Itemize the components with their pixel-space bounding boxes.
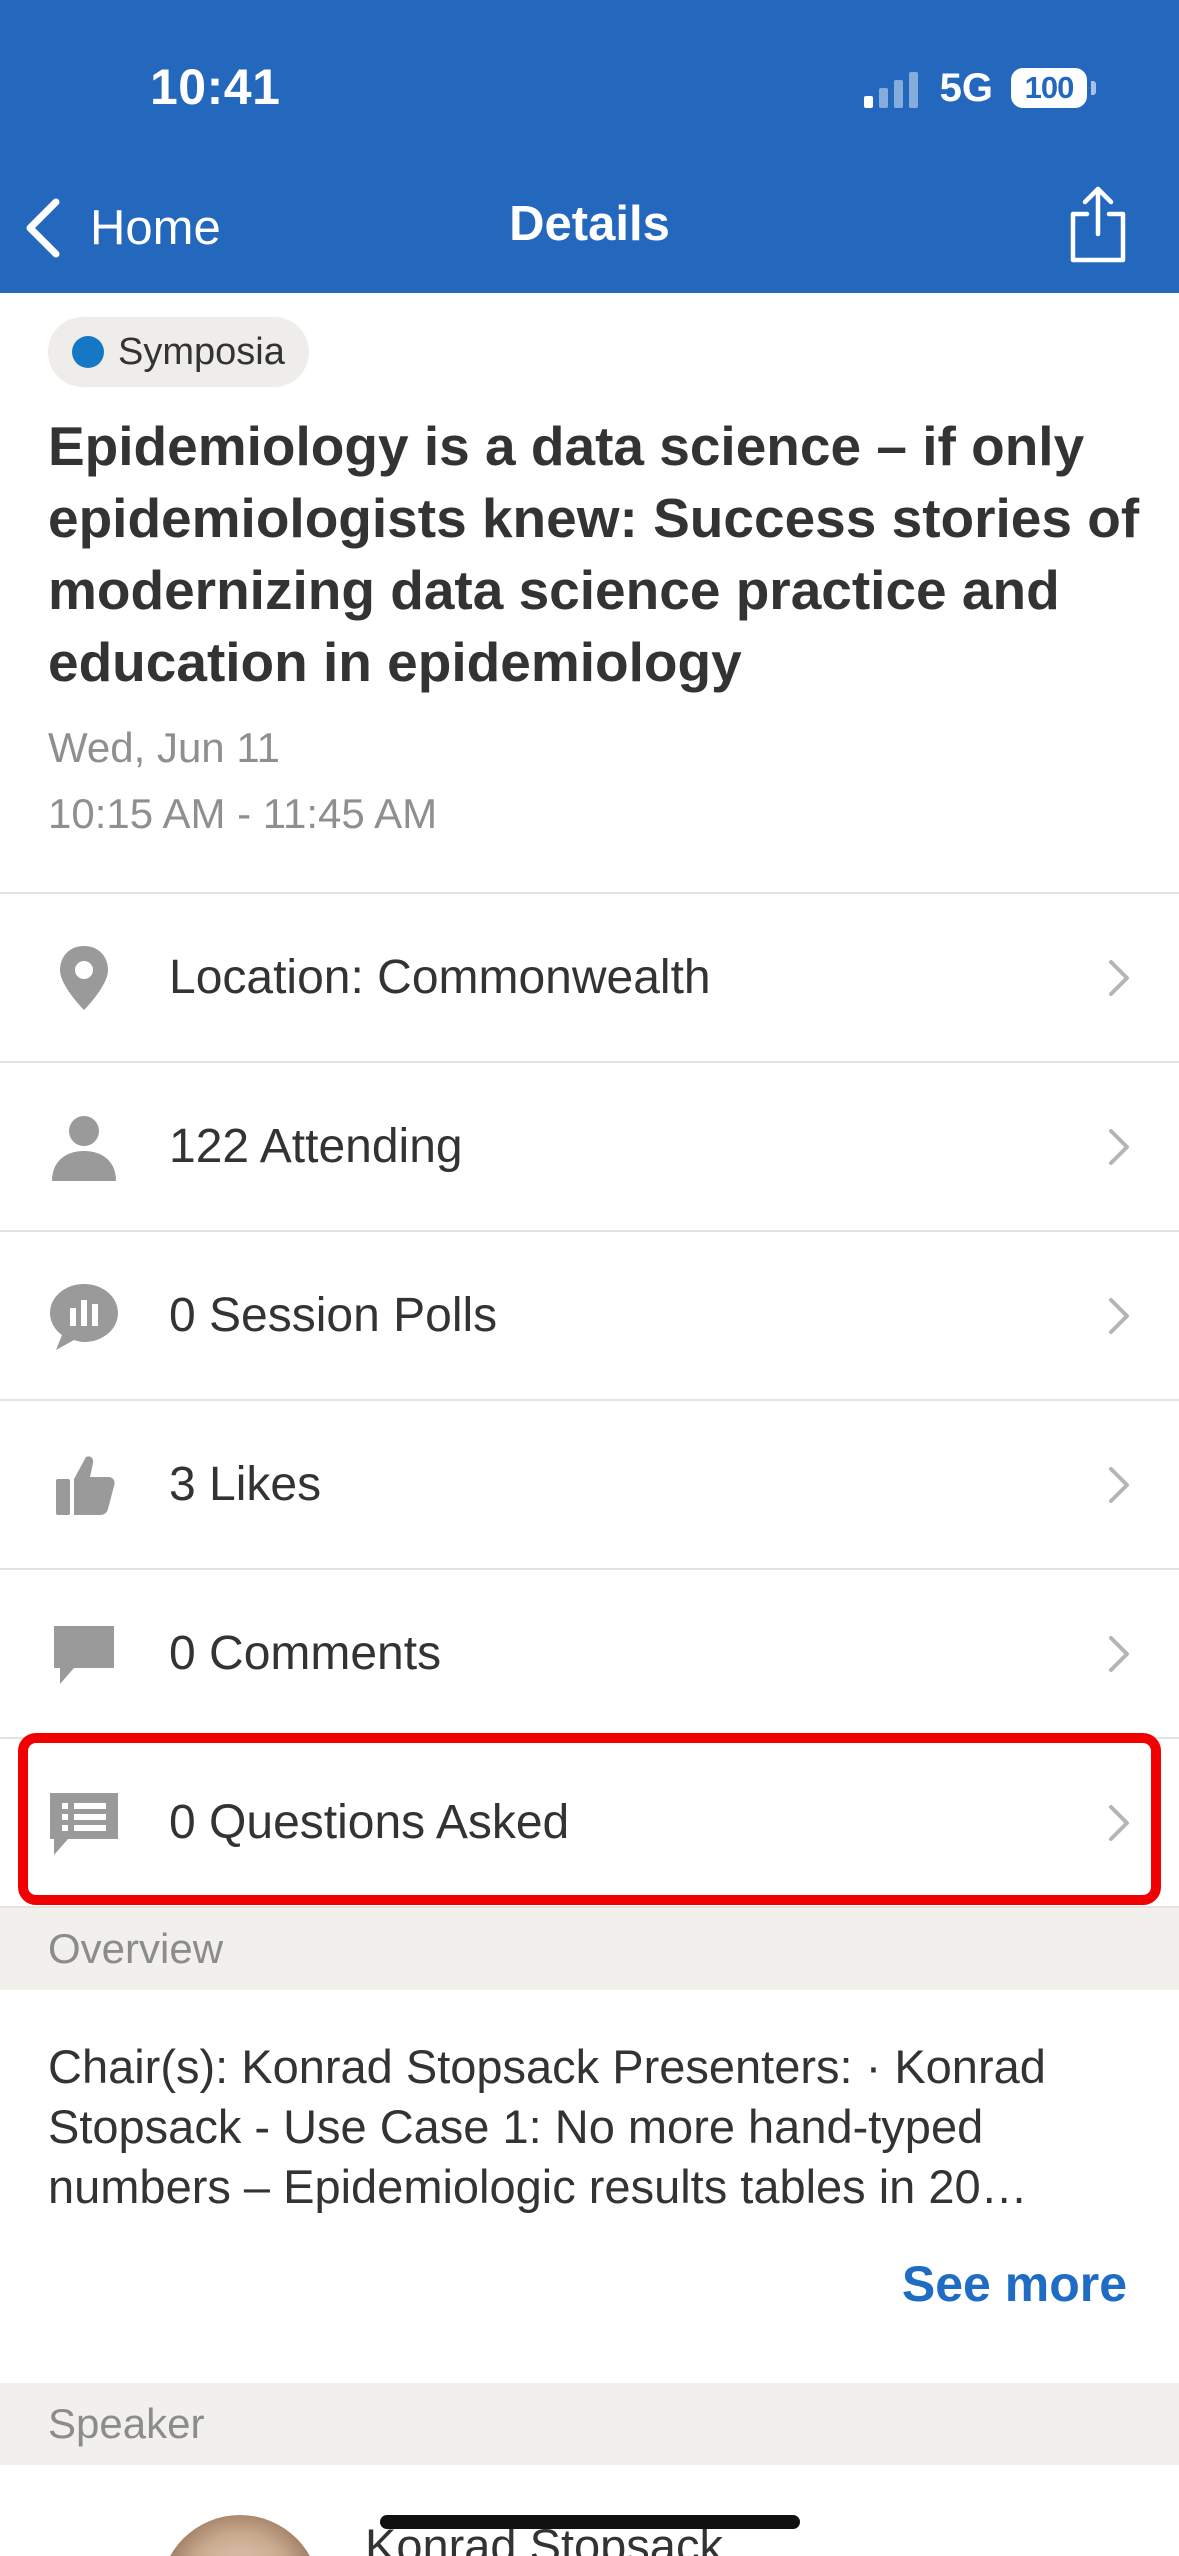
session-polls-label: 0 Session Polls — [169, 1289, 498, 1342]
location-row[interactable]: Location: Commonwealth — [0, 894, 1179, 1063]
status-indicators: 5G 100 — [863, 62, 1096, 114]
category-tag: Symposia — [48, 317, 309, 387]
app-header: 10:41 5G 100 Home Details — [0, 0, 1179, 293]
comment-icon — [48, 1618, 120, 1690]
category-tag-label: Symposia — [118, 330, 285, 373]
likes-row[interactable]: 3 Likes — [0, 1401, 1179, 1570]
page-title: Details — [509, 197, 670, 251]
battery-icon: 100 — [1011, 68, 1096, 108]
location-pin-icon — [48, 942, 120, 1014]
chevron-right-icon — [1109, 1635, 1129, 1672]
chevron-right-icon — [1109, 1297, 1129, 1334]
overview-header: Overview — [0, 1908, 1179, 1990]
comments-row[interactable]: 0 Comments — [0, 1570, 1179, 1739]
avatar[interactable] — [160, 2515, 320, 2556]
chevron-right-icon — [1109, 959, 1129, 996]
questions-asked-label: 0 Questions Asked — [169, 1796, 570, 1849]
chevron-right-icon — [1109, 1128, 1129, 1165]
session-time: 10:15 AM - 11:45 AM — [48, 790, 438, 837]
battery-level: 100 — [1024, 70, 1075, 105]
session-polls-row[interactable]: 0 Session Polls — [0, 1232, 1179, 1401]
likes-label: 3 Likes — [169, 1458, 322, 1511]
status-time: 10:41 — [150, 59, 281, 115]
category-dot-icon — [72, 336, 104, 368]
attending-row[interactable]: 122 Attending — [0, 1063, 1179, 1232]
session-title: Epidemiology is a data science – if only… — [48, 415, 1140, 693]
chevron-right-icon — [1109, 1466, 1129, 1503]
chevron-right-icon — [1109, 1804, 1129, 1841]
signal-strength-icon — [863, 68, 918, 108]
poll-bubble-icon — [48, 1280, 120, 1352]
see-more-link[interactable]: See more — [902, 2255, 1127, 2313]
network-type: 5G — [939, 65, 993, 110]
share-icon[interactable] — [1067, 184, 1129, 264]
location-label: Location: Commonwealth — [169, 951, 711, 1004]
thumbs-up-icon — [48, 1449, 120, 1521]
speaker-header: Speaker — [0, 2383, 1179, 2465]
home-indicator[interactable] — [380, 2515, 800, 2529]
person-icon — [48, 1111, 120, 1183]
session-date: Wed, Jun 11 — [48, 724, 280, 771]
questions-icon — [48, 1787, 120, 1859]
overview-text: Chair(s): Konrad Stopsack Presenters: · … — [48, 2040, 1046, 2213]
questions-asked-row[interactable]: 0 Questions Asked — [0, 1739, 1179, 1908]
attending-label: 122 Attending — [169, 1120, 463, 1173]
session-details-list: Location: Commonwealth 122 Attending 0 S… — [0, 892, 1179, 1908]
comments-label: 0 Comments — [169, 1627, 442, 1680]
